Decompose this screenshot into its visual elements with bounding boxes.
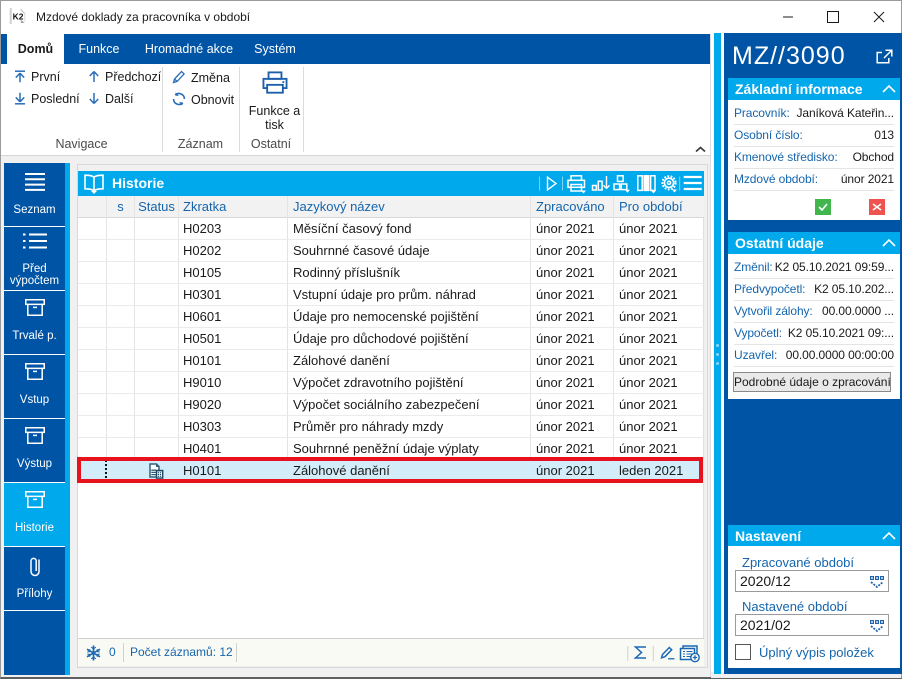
svg-text:K2: K2 <box>13 11 24 21</box>
